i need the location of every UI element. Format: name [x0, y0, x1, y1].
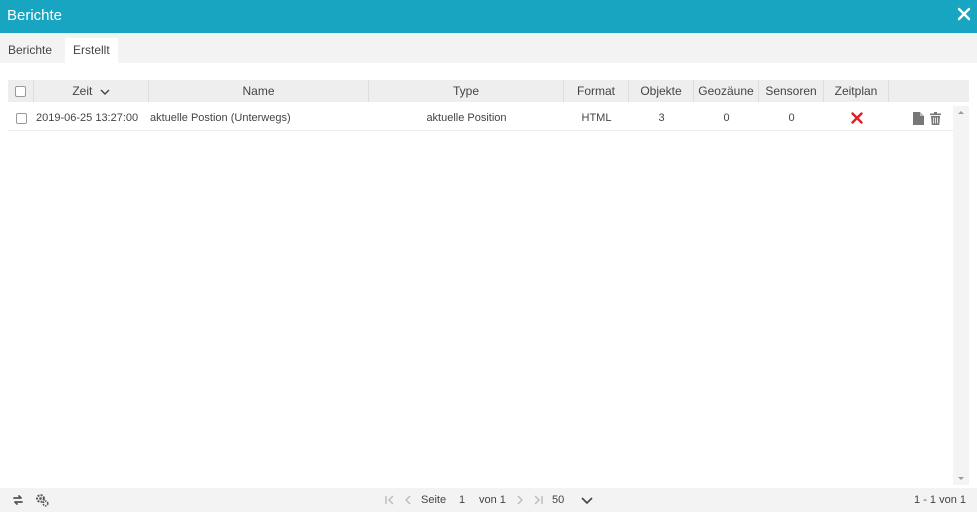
grid-header: Zeit Name Type Format Objekte Geozäune S… [8, 80, 969, 102]
page-count-label: von 1 [479, 494, 506, 506]
row-checkbox[interactable] [15, 112, 27, 124]
cell-type: aktuelle Position [426, 112, 507, 124]
x-icon [850, 112, 863, 124]
reports-grid: Zeit Name Type Format Objekte Geozäune S… [8, 80, 969, 485]
scroll-down-icon[interactable] [953, 473, 969, 485]
cell-objekte: 3 [658, 112, 665, 124]
refresh-icon[interactable] [11, 493, 25, 507]
trash-icon[interactable] [930, 111, 942, 125]
page-label: Seite [421, 494, 447, 506]
first-page-icon[interactable] [383, 493, 397, 507]
record-summary: 1 - 1 von 1 [914, 494, 966, 506]
column-header-objekte[interactable]: Objekte [629, 80, 694, 102]
cell-actions [889, 106, 953, 130]
window-title: Berichte [7, 7, 63, 24]
last-page-icon[interactable] [531, 493, 545, 507]
column-header-format[interactable]: Format [564, 80, 629, 102]
settings-icon[interactable] [35, 493, 49, 507]
table-row[interactable]: 2019-06-25 13:27:00 aktuelle Postion (Un… [8, 106, 953, 131]
column-header-sensoren[interactable]: Sensoren [759, 80, 824, 102]
cell-zeit: 2019-06-25 13:27:00 [36, 112, 139, 124]
row-select-cell [8, 106, 34, 130]
column-header-geozaune[interactable]: Geozäune [694, 80, 759, 102]
column-header-zeitplan[interactable]: Zeitplan [824, 80, 889, 102]
column-header-name[interactable]: Name [149, 80, 369, 102]
window-titlebar: Berichte [0, 0, 977, 33]
previous-page-icon[interactable] [401, 493, 415, 507]
scroll-up-icon[interactable] [953, 106, 969, 118]
grid-footer: Seite 1 von 1 50 1 - 1 von 1 [0, 488, 977, 512]
cell-geozaune: 0 [723, 112, 730, 124]
select-all-checkbox[interactable] [15, 86, 26, 98]
tab-bar: Berichte Erstellt [0, 33, 977, 63]
chevron-down-icon[interactable] [580, 493, 594, 507]
column-label-zeit: Zeit [72, 84, 93, 98]
page-size-select[interactable]: 50 [552, 488, 564, 512]
vertical-scrollbar[interactable] [953, 106, 969, 485]
next-page-icon[interactable] [513, 493, 527, 507]
select-all-cell [8, 80, 34, 102]
column-header-type[interactable]: Type [369, 80, 564, 102]
document-icon[interactable] [912, 111, 924, 125]
sort-descending-icon [100, 89, 110, 95]
close-icon[interactable] [957, 7, 971, 21]
tab-berichte[interactable]: Berichte [0, 38, 60, 63]
cell-zeitplan [824, 106, 889, 130]
cell-sensoren: 0 [788, 112, 795, 124]
cell-name: aktuelle Postion (Unterwegs) [150, 112, 291, 124]
tab-erstellt[interactable]: Erstellt [65, 38, 118, 63]
cell-format: HTML [581, 112, 612, 124]
page-number-input[interactable]: 1 [459, 488, 465, 512]
column-header-actions [889, 80, 969, 102]
column-header-zeit[interactable]: Zeit [34, 80, 149, 102]
